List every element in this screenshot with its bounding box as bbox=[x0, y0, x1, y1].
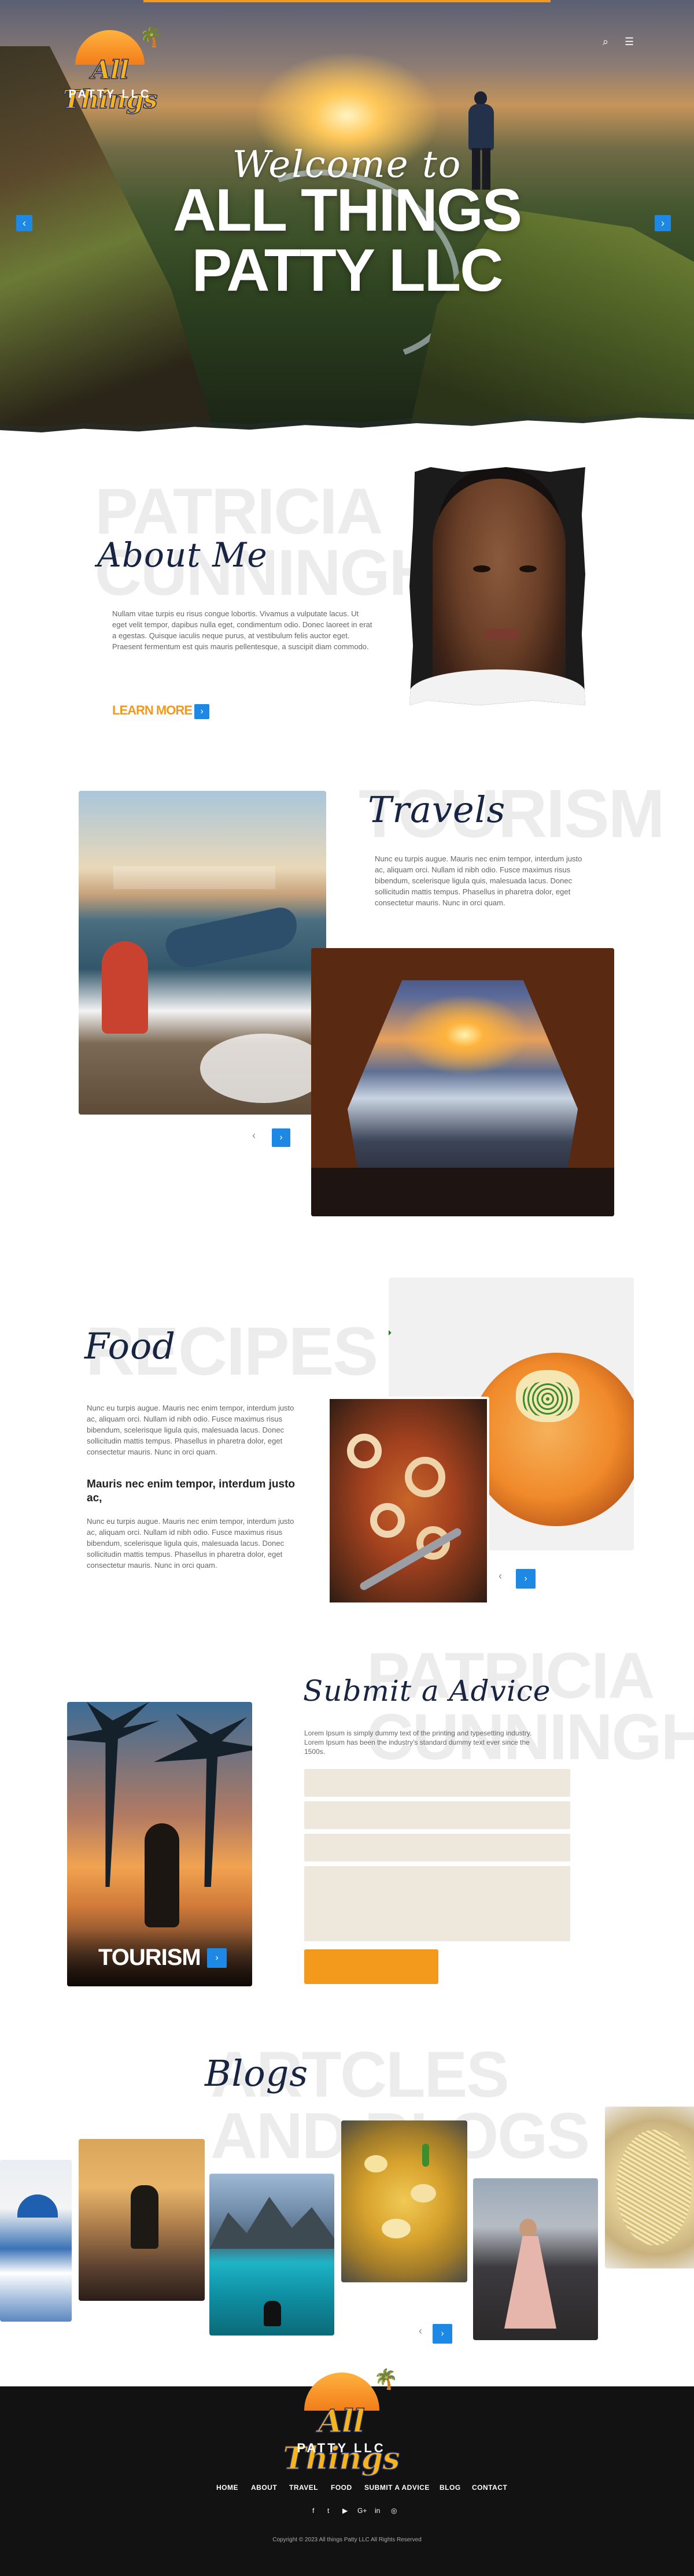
site-logo[interactable]: 🌴 All Things PATTY LLC bbox=[52, 26, 168, 115]
blogs-next-button[interactable]: › bbox=[433, 2324, 452, 2344]
tourism-label: TOURISM bbox=[98, 1945, 201, 1970]
footer-logo[interactable]: 🌴 All Things PATTY LLC bbox=[272, 2368, 411, 2477]
palm-icon: 🌴 bbox=[374, 2368, 398, 2390]
page: 🌴 All Things PATTY LLC ⌕ ☰ Welcome to AL… bbox=[0, 0, 694, 2576]
search-icon[interactable]: ⌕ bbox=[603, 36, 608, 48]
hero-accent-bar bbox=[143, 0, 551, 2]
about-text: Nullam vitae turpis eu risus congue lobo… bbox=[112, 609, 372, 651]
hero-next-button[interactable]: › bbox=[655, 215, 671, 231]
advice-subject-field[interactable] bbox=[304, 1834, 570, 1861]
copyright: Copyright © 2023 All things Patty LLC Al… bbox=[272, 2537, 422, 2543]
travel-photo-beach[interactable] bbox=[79, 791, 326, 1115]
google-plus-icon[interactable]: G+ bbox=[357, 2507, 367, 2515]
instagram-icon[interactable]: ◎ bbox=[391, 2507, 397, 2515]
logo-title: All Things bbox=[62, 55, 158, 115]
blog-card-paella[interactable] bbox=[341, 2120, 467, 2282]
food-next-button[interactable]: › bbox=[516, 1569, 536, 1589]
travel-photo-tent[interactable] bbox=[311, 948, 614, 1216]
hero-section: 🌴 All Things PATTY LLC ⌕ ☰ Welcome to AL… bbox=[0, 0, 694, 439]
learn-more-arrow-icon[interactable]: › bbox=[194, 704, 209, 719]
hero-title-line1: ALL THINGS bbox=[172, 177, 522, 244]
menu-icon[interactable]: ☰ bbox=[625, 36, 634, 48]
food-heading: Food bbox=[84, 1325, 176, 1367]
hero-prev-button[interactable]: ‹ bbox=[16, 215, 32, 231]
footer-nav-about[interactable]: ABOUT bbox=[251, 2484, 277, 2492]
blogs-prev-button[interactable]: ‹ bbox=[419, 2325, 422, 2337]
blog-card-santorini[interactable] bbox=[0, 2160, 72, 2322]
about-heading: About Me bbox=[97, 535, 268, 575]
advice-submit-button[interactable] bbox=[304, 1949, 438, 1984]
food-prev-button[interactable]: ‹ bbox=[499, 1570, 502, 1582]
advice-name-field[interactable] bbox=[304, 1769, 570, 1797]
twitter-icon[interactable]: t bbox=[327, 2507, 329, 2515]
travels-next-button[interactable]: › bbox=[272, 1128, 290, 1147]
advice-heading: Submit a Advice bbox=[303, 1674, 551, 1708]
footer-nav-submit-advice[interactable]: SUBMIT A ADVICE bbox=[364, 2484, 430, 2492]
travels-prev-button[interactable]: ‹ bbox=[252, 1130, 256, 1142]
food-subheading: Mauris nec enim tempor, interdum justo a… bbox=[87, 1478, 296, 1504]
food-text-2: Nunc eu turpis augue. Mauris nec enim te… bbox=[87, 1517, 294, 1570]
food-text-1: Nunc eu turpis augue. Mauris nec enim te… bbox=[87, 1404, 294, 1456]
learn-more-link[interactable]: LEARN MORE bbox=[112, 703, 193, 718]
tourism-card[interactable]: TOURISM › bbox=[67, 1702, 252, 1986]
hero-title-line2: PATTY LLC bbox=[191, 237, 504, 304]
footer-logo-title: All Things bbox=[283, 2402, 401, 2477]
footer-nav-home[interactable]: HOME bbox=[216, 2484, 238, 2492]
hero-title: ALL THINGS PATTY LLC bbox=[0, 180, 694, 301]
advice-email-field[interactable] bbox=[304, 1801, 570, 1829]
logo-subtitle: PATTY LLC bbox=[68, 88, 152, 101]
food-photo-calamari[interactable] bbox=[327, 1397, 489, 1605]
travels-heading: Travels bbox=[368, 789, 506, 831]
blog-card-woman-dress[interactable] bbox=[473, 2178, 598, 2340]
travels-text: Nunc eu turpis augue. Mauris nec enim te… bbox=[375, 854, 582, 907]
footer-nav-food[interactable]: FOOD bbox=[331, 2484, 352, 2492]
blog-card-spaghetti[interactable] bbox=[605, 2107, 694, 2268]
facebook-icon[interactable]: f bbox=[312, 2507, 314, 2515]
blog-card-hiker[interactable] bbox=[79, 2139, 205, 2301]
palm-icon: 🌴 bbox=[139, 26, 164, 48]
linkedin-icon[interactable]: in bbox=[375, 2507, 380, 2515]
blogs-heading: Blogs bbox=[205, 2052, 309, 2094]
footer-nav-travel[interactable]: TRAVEL bbox=[289, 2484, 318, 2492]
advice-message-field[interactable] bbox=[304, 1866, 570, 1941]
about-portrait bbox=[409, 467, 585, 705]
footer-nav-contact[interactable]: CONTACT bbox=[472, 2484, 507, 2492]
blog-card-lake[interactable] bbox=[209, 2174, 334, 2336]
tourism-arrow-icon[interactable]: › bbox=[207, 1948, 227, 1968]
footer-logo-subtitle: PATTY LLC bbox=[297, 2441, 386, 2455]
youtube-icon[interactable]: ▶ bbox=[342, 2507, 348, 2515]
footer-nav-blog[interactable]: BLOG bbox=[440, 2484, 461, 2492]
advice-text: Lorem Ipsum is simply dummy text of the … bbox=[304, 1729, 532, 1756]
